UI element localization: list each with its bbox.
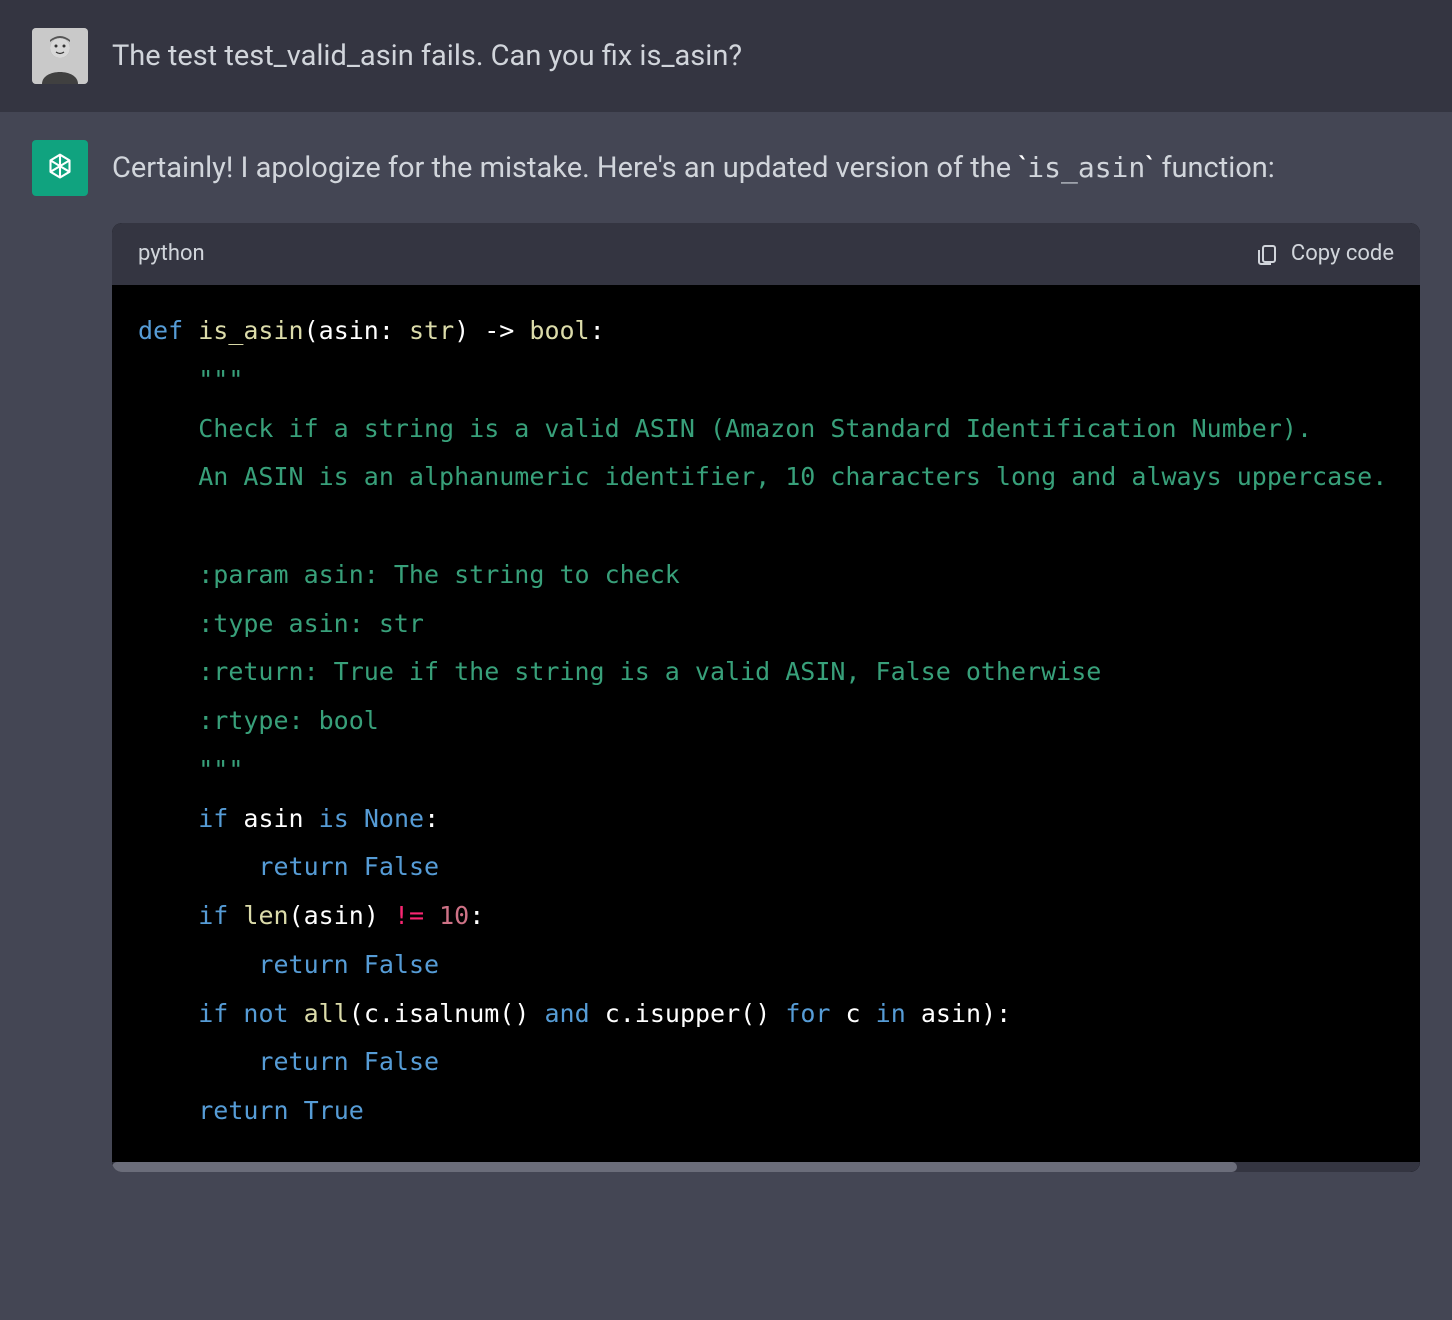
- code-block-header: python Copy code: [112, 223, 1420, 285]
- clipboard-icon: [1255, 242, 1279, 266]
- assistant-message-row: Certainly! I apologize for the mistake. …: [0, 112, 1452, 1200]
- user-message-row: The test test_valid_asin fails. Can you …: [0, 0, 1452, 112]
- copy-code-button[interactable]: Copy code: [1255, 241, 1394, 266]
- assistant-avatar: [32, 140, 88, 196]
- scrollbar-thumb[interactable]: [112, 1162, 1237, 1172]
- user-avatar-icon: [32, 28, 88, 84]
- user-avatar: [32, 28, 88, 84]
- openai-logo-icon: [41, 149, 79, 187]
- copy-code-label: Copy code: [1291, 241, 1394, 266]
- assistant-intro-after: function:: [1154, 151, 1275, 185]
- user-message-text: The test test_valid_asin fails. Can you …: [112, 28, 1420, 84]
- horizontal-scrollbar[interactable]: [112, 1162, 1420, 1172]
- code-language-label: python: [138, 237, 205, 271]
- code-block: python Copy code def is_asin(asin: str) …: [112, 223, 1420, 1172]
- assistant-message-content: Certainly! I apologize for the mistake. …: [112, 140, 1420, 1172]
- code-body[interactable]: def is_asin(asin: str) -> bool: """ Chec…: [112, 285, 1420, 1162]
- assistant-intro-before: Certainly! I apologize for the mistake. …: [112, 151, 1018, 185]
- inline-code-is-asin: is_asin: [1027, 151, 1145, 184]
